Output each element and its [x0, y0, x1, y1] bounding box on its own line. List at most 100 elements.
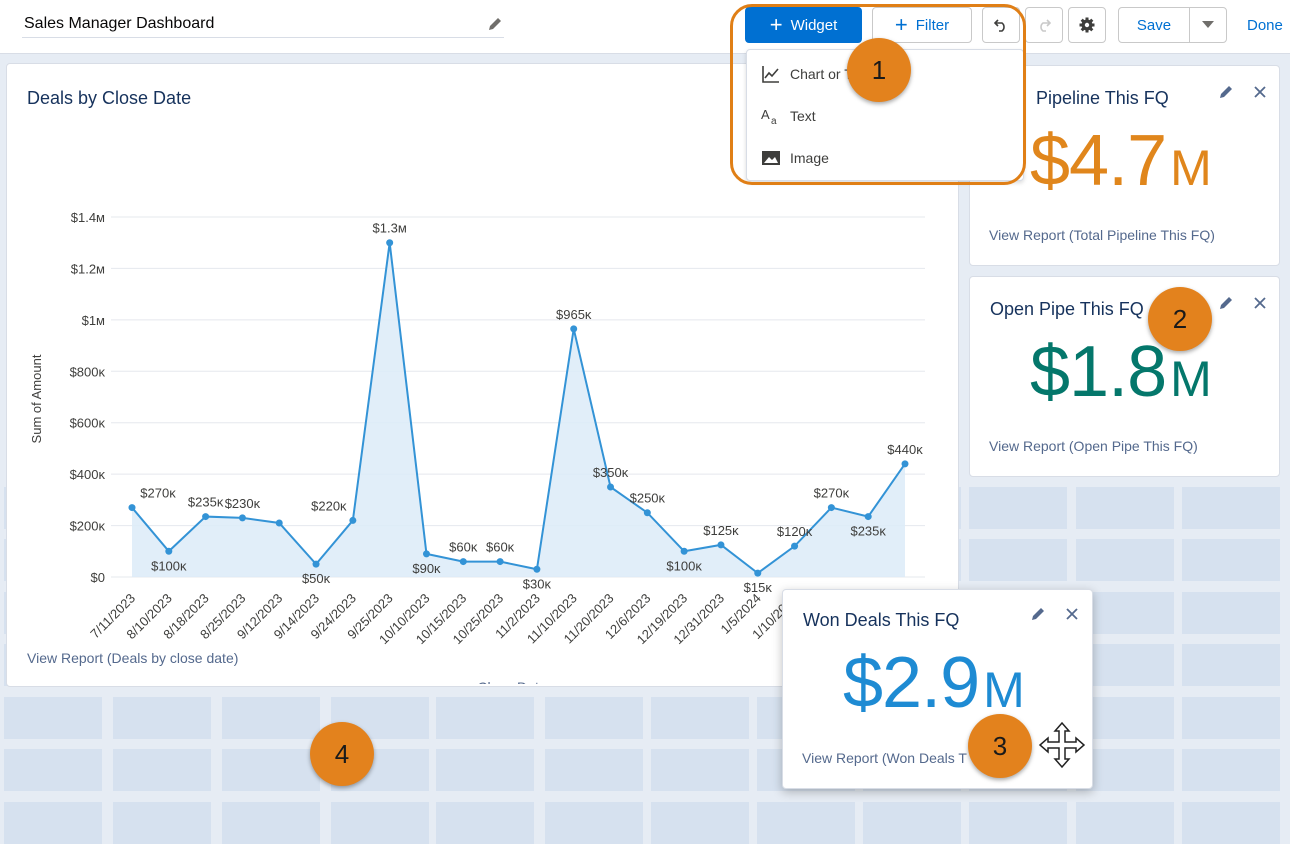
grid-tile	[1182, 592, 1280, 634]
data-label: $60ᴋ	[449, 540, 478, 555]
data-label: $15ᴋ	[744, 580, 773, 595]
won-deals-value: $2.9M	[843, 642, 1025, 724]
data-label: $235ᴋ	[188, 495, 224, 510]
data-point	[238, 514, 246, 522]
pencil-icon[interactable]	[487, 16, 503, 32]
data-point	[643, 509, 651, 517]
callout-1: 1	[847, 38, 911, 102]
dashboard-title[interactable]: Sales Manager Dashboard	[24, 15, 214, 33]
grid-tile	[1182, 802, 1280, 844]
grid-tile	[545, 802, 643, 844]
data-label: $350ᴋ	[593, 465, 629, 480]
grid-tile	[1182, 697, 1280, 739]
data-point	[202, 513, 210, 521]
open-pipe-card[interactable]: Open Pipe This FQ $1.8M View Report (Ope…	[969, 276, 1280, 477]
grid-tile	[1182, 487, 1280, 529]
grid-tile	[222, 802, 320, 844]
grid-tile	[4, 802, 102, 844]
data-point	[165, 547, 173, 555]
data-label: $1.3ᴍ	[373, 221, 407, 236]
y-tick-label: $1ᴍ	[82, 313, 105, 328]
grid-tile	[113, 802, 211, 844]
data-point	[312, 560, 320, 568]
grid-tile	[1182, 539, 1280, 581]
grid-tile	[1182, 749, 1280, 791]
pencil-icon[interactable]	[1030, 606, 1046, 622]
x-axis-title: Close Date	[477, 679, 546, 684]
redo-icon	[1040, 19, 1052, 32]
callout-4: 4	[310, 722, 374, 786]
open-pipe-title: Open Pipe This FQ	[990, 299, 1144, 319]
close-icon[interactable]	[1252, 84, 1268, 100]
won-deals-title: Won Deals This FQ	[803, 610, 960, 630]
grid-tile	[969, 539, 1067, 581]
close-icon[interactable]	[1064, 606, 1080, 622]
grid-tile	[436, 802, 534, 844]
data-point	[827, 504, 835, 512]
data-point	[386, 239, 394, 247]
metric-number: $2.9	[843, 643, 980, 723]
chart-view-report-link[interactable]: View Report (Deals by close date)	[27, 650, 238, 666]
data-label: $125ᴋ	[703, 523, 739, 538]
grid-tile	[969, 802, 1067, 844]
grid-tile	[436, 749, 534, 791]
chevron-down-icon	[1202, 21, 1214, 28]
won-deals-view-report-link[interactable]: View Report (Won Deals T	[802, 750, 967, 766]
grid-tile	[757, 802, 855, 844]
y-tick-label: $1.4ᴍ	[71, 210, 105, 225]
data-point	[349, 516, 357, 524]
grid-tile	[4, 697, 102, 739]
close-icon[interactable]	[1252, 295, 1268, 311]
grid-tile	[113, 749, 211, 791]
data-point	[496, 558, 504, 566]
data-label: $100ᴋ	[666, 558, 702, 573]
grid-tile	[4, 749, 102, 791]
grid-tile	[113, 697, 211, 739]
chart-card-title: Deals by Close Date	[27, 88, 192, 108]
data-label: $50ᴋ	[302, 571, 331, 586]
settings-button[interactable]	[1068, 7, 1106, 43]
data-point	[901, 460, 909, 468]
grid-tile	[545, 697, 643, 739]
grid-tile	[436, 697, 534, 739]
data-label: $100ᴋ	[151, 558, 187, 573]
grid-tile	[1076, 487, 1174, 529]
data-point	[680, 547, 688, 555]
data-point	[864, 513, 872, 521]
data-label: $965ᴋ	[556, 307, 592, 322]
data-point	[570, 325, 578, 333]
data-point	[128, 504, 136, 512]
data-point	[533, 565, 541, 573]
y-axis-title: Sum of Amount	[29, 354, 44, 443]
grid-tile	[969, 487, 1067, 529]
data-label: $120ᴋ	[777, 524, 813, 539]
save-options-button[interactable]	[1189, 7, 1227, 43]
save-button[interactable]: Save	[1118, 7, 1190, 43]
y-tick-label: $1.2ᴍ	[71, 261, 105, 276]
grid-tile	[651, 697, 749, 739]
data-point	[459, 558, 467, 566]
total-pipeline-value: $4.7M	[1030, 120, 1212, 202]
title-underline	[22, 37, 504, 38]
data-label: $235ᴋ	[850, 524, 886, 539]
pencil-icon[interactable]	[1218, 84, 1234, 100]
metric-number: $1.8	[1030, 332, 1167, 412]
data-point	[791, 542, 799, 550]
open-pipe-view-report-link[interactable]: View Report (Open Pipe This FQ)	[989, 438, 1198, 454]
data-label: $30ᴋ	[523, 576, 552, 591]
y-tick-label: $400ᴋ	[70, 467, 106, 482]
done-button[interactable]: Done	[1247, 17, 1283, 34]
redo-button[interactable]	[1025, 7, 1063, 43]
data-point	[754, 569, 762, 577]
data-point	[422, 550, 430, 558]
move-cursor-icon	[1038, 721, 1086, 769]
data-label: $220ᴋ	[311, 498, 347, 513]
metric-number: $4.7	[1030, 121, 1167, 201]
data-label: $250ᴋ	[630, 491, 666, 506]
total-pipeline-view-report-link[interactable]: View Report (Total Pipeline This FQ)	[989, 227, 1215, 243]
grid-tile	[545, 749, 643, 791]
pencil-icon[interactable]	[1218, 295, 1234, 311]
metric-suffix: M	[1170, 351, 1212, 407]
grid-tile	[1076, 539, 1174, 581]
callout-3: 3	[968, 714, 1032, 778]
